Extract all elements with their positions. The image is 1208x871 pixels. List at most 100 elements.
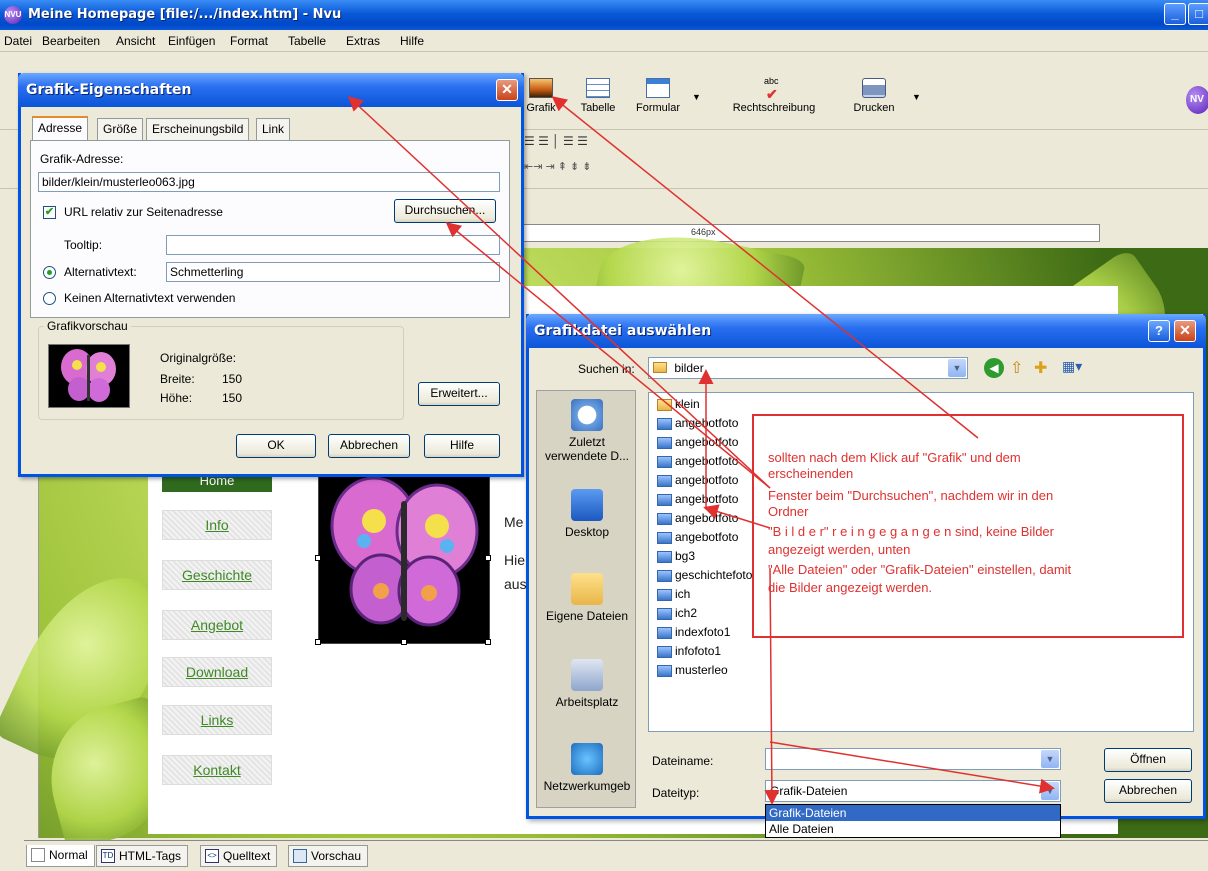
back-icon[interactable]: ◀: [984, 358, 1004, 378]
list-item[interactable]: ich2: [657, 606, 697, 624]
image-file-icon: [657, 513, 672, 525]
alt-text-radio[interactable]: [43, 266, 56, 279]
new-folder-icon[interactable]: ✚: [1034, 358, 1056, 378]
tab-normal[interactable]: Normal: [26, 845, 95, 867]
resize-handle[interactable]: [485, 639, 491, 645]
list-item[interactable]: angebotfoto: [657, 530, 738, 548]
chevron-down-icon[interactable]: ▼: [1041, 750, 1059, 768]
resize-handle[interactable]: [485, 555, 491, 561]
resize-handle[interactable]: [315, 639, 321, 645]
nav-info-link[interactable]: Info: [162, 510, 272, 540]
menu-format[interactable]: Format: [230, 34, 268, 48]
no-alt-text-radio[interactable]: [43, 292, 56, 305]
width-label: Breite:: [160, 372, 195, 386]
chevron-down-icon[interactable]: ▼: [1041, 782, 1059, 800]
look-in-select[interactable]: bilder ▼: [648, 357, 968, 379]
tab-preview[interactable]: Vorschau: [288, 845, 369, 867]
image-address-input[interactable]: bilder/klein/musterleo063.jpg: [38, 172, 500, 192]
resize-handle[interactable]: [401, 639, 407, 645]
help-question-button[interactable]: ?: [1148, 320, 1170, 342]
maximize-button[interactable]: □: [1188, 3, 1208, 25]
menu-tabelle[interactable]: Tabelle: [288, 34, 326, 48]
menu-bearbeiten[interactable]: Bearbeiten: [42, 34, 100, 48]
list-item[interactable]: indexfoto1: [657, 625, 730, 643]
toolbar-table-button[interactable]: Tabelle: [576, 78, 620, 114]
form-dropdown-arrow-icon[interactable]: ▼: [692, 92, 701, 102]
up-folder-icon[interactable]: ⇧: [1010, 358, 1030, 378]
menu-einfuegen[interactable]: Einfügen: [168, 34, 215, 48]
view-menu-icon[interactable]: ▦▾: [1062, 358, 1088, 378]
ok-button[interactable]: OK: [236, 434, 316, 458]
nav-links-link[interactable]: Links: [162, 705, 272, 735]
browse-button[interactable]: Durchsuchen...: [394, 199, 496, 223]
resize-handle[interactable]: [315, 555, 321, 561]
look-in-label: Suchen in:: [578, 362, 635, 376]
nav-angebot-link[interactable]: Angebot: [162, 610, 272, 640]
image-file-icon: [657, 570, 672, 582]
image-icon: [529, 78, 553, 98]
tab-source[interactable]: <> Quelltext: [200, 845, 278, 867]
place-desktop[interactable]: Desktop: [537, 489, 637, 539]
filetype-option[interactable]: Grafik-Dateien: [766, 805, 1060, 821]
list-item[interactable]: angebotfoto: [657, 473, 738, 491]
list-item[interactable]: infofoto1: [657, 644, 721, 662]
annotation-note: sollten nach dem Klick auf "Grafik" und …: [752, 414, 1184, 638]
tab-html-tags[interactable]: TD HTML-Tags: [96, 845, 189, 867]
toolbar-spellcheck-button[interactable]: abc ✔ Rechtschreibung: [724, 76, 824, 114]
tab-groesse[interactable]: Größe: [97, 118, 144, 140]
list-item[interactable]: angebotfoto: [657, 416, 738, 434]
list-item[interactable]: angebotfoto: [657, 511, 738, 529]
filename-input[interactable]: ▼: [765, 748, 1061, 770]
chevron-down-icon[interactable]: ▼: [948, 359, 966, 377]
place-network[interactable]: Netzwerkumgeb: [537, 743, 637, 793]
advanced-button[interactable]: Erweitert...: [418, 382, 500, 406]
relative-url-checkbox[interactable]: ✔: [43, 206, 56, 219]
my-computer-icon: [571, 659, 603, 691]
nav-download-link[interactable]: Download: [162, 657, 272, 687]
folder-icon: [653, 362, 667, 373]
toolbar-image-button[interactable]: Grafik: [522, 78, 560, 114]
cancel-button[interactable]: Abbrechen: [1104, 779, 1192, 803]
list-item[interactable]: angebotfoto: [657, 454, 738, 472]
table-cell-buttons[interactable]: ⇤⇥ ⇥ ⇞ ⇟ ⇟: [524, 160, 684, 176]
tab-link[interactable]: Link: [256, 118, 291, 140]
place-my-documents[interactable]: Eigene Dateien: [537, 573, 637, 623]
cancel-button[interactable]: Abbrechen: [328, 434, 410, 458]
body-text-fragment: aus: [504, 576, 527, 592]
menu-extras[interactable]: Extras: [346, 34, 380, 48]
menu-hilfe[interactable]: Hilfe: [400, 34, 424, 48]
tooltip-input[interactable]: [166, 235, 500, 255]
list-item[interactable]: ich: [657, 587, 690, 605]
list-item[interactable]: angebotfoto: [657, 492, 738, 510]
place-my-computer[interactable]: Arbeitsplatz: [537, 659, 637, 709]
close-icon[interactable]: ✕: [1174, 320, 1196, 342]
toolbar-form-button[interactable]: Formular: [630, 78, 686, 114]
open-button[interactable]: Öffnen: [1104, 748, 1192, 772]
list-item[interactable]: angebotfoto: [657, 435, 738, 453]
toolbar-print-button[interactable]: Drucken: [848, 78, 900, 114]
close-icon[interactable]: ✕: [496, 79, 518, 101]
body-text-fragment: Me: [504, 514, 524, 530]
list-item[interactable]: musterleo: [657, 663, 728, 681]
selected-butterfly-image[interactable]: [315, 467, 491, 645]
help-button[interactable]: Hilfe: [424, 434, 500, 458]
tab-erscheinungsbild[interactable]: Erscheinungsbild: [146, 118, 250, 140]
body-text-fragment: Hie: [504, 552, 526, 568]
print-dropdown-arrow-icon[interactable]: ▼: [912, 92, 921, 102]
list-item[interactable]: bg3: [657, 549, 695, 567]
tab-adresse[interactable]: Adresse: [32, 116, 89, 140]
nav-geschichte-link[interactable]: Geschichte: [162, 560, 272, 590]
recent-clock-icon: [571, 399, 603, 431]
filetype-select[interactable]: Grafik-Dateien ▼: [765, 780, 1061, 802]
image-file-icon: [657, 646, 672, 658]
alignment-buttons[interactable]: ☰ ☰ │ ☰ ☰: [524, 134, 684, 150]
minimize-button[interactable]: _: [1164, 3, 1186, 25]
filetype-option[interactable]: Alle Dateien: [766, 821, 1060, 837]
list-item[interactable]: geschichtefoto: [657, 568, 752, 586]
place-recent[interactable]: Zuletzt verwendete D...: [537, 399, 637, 463]
menu-datei[interactable]: Datei: [4, 34, 32, 48]
menu-ansicht[interactable]: Ansicht: [116, 34, 155, 48]
alt-text-input[interactable]: Schmetterling: [166, 262, 500, 282]
list-item[interactable]: klein: [657, 397, 700, 415]
nav-kontakt-link[interactable]: Kontakt: [162, 755, 272, 785]
